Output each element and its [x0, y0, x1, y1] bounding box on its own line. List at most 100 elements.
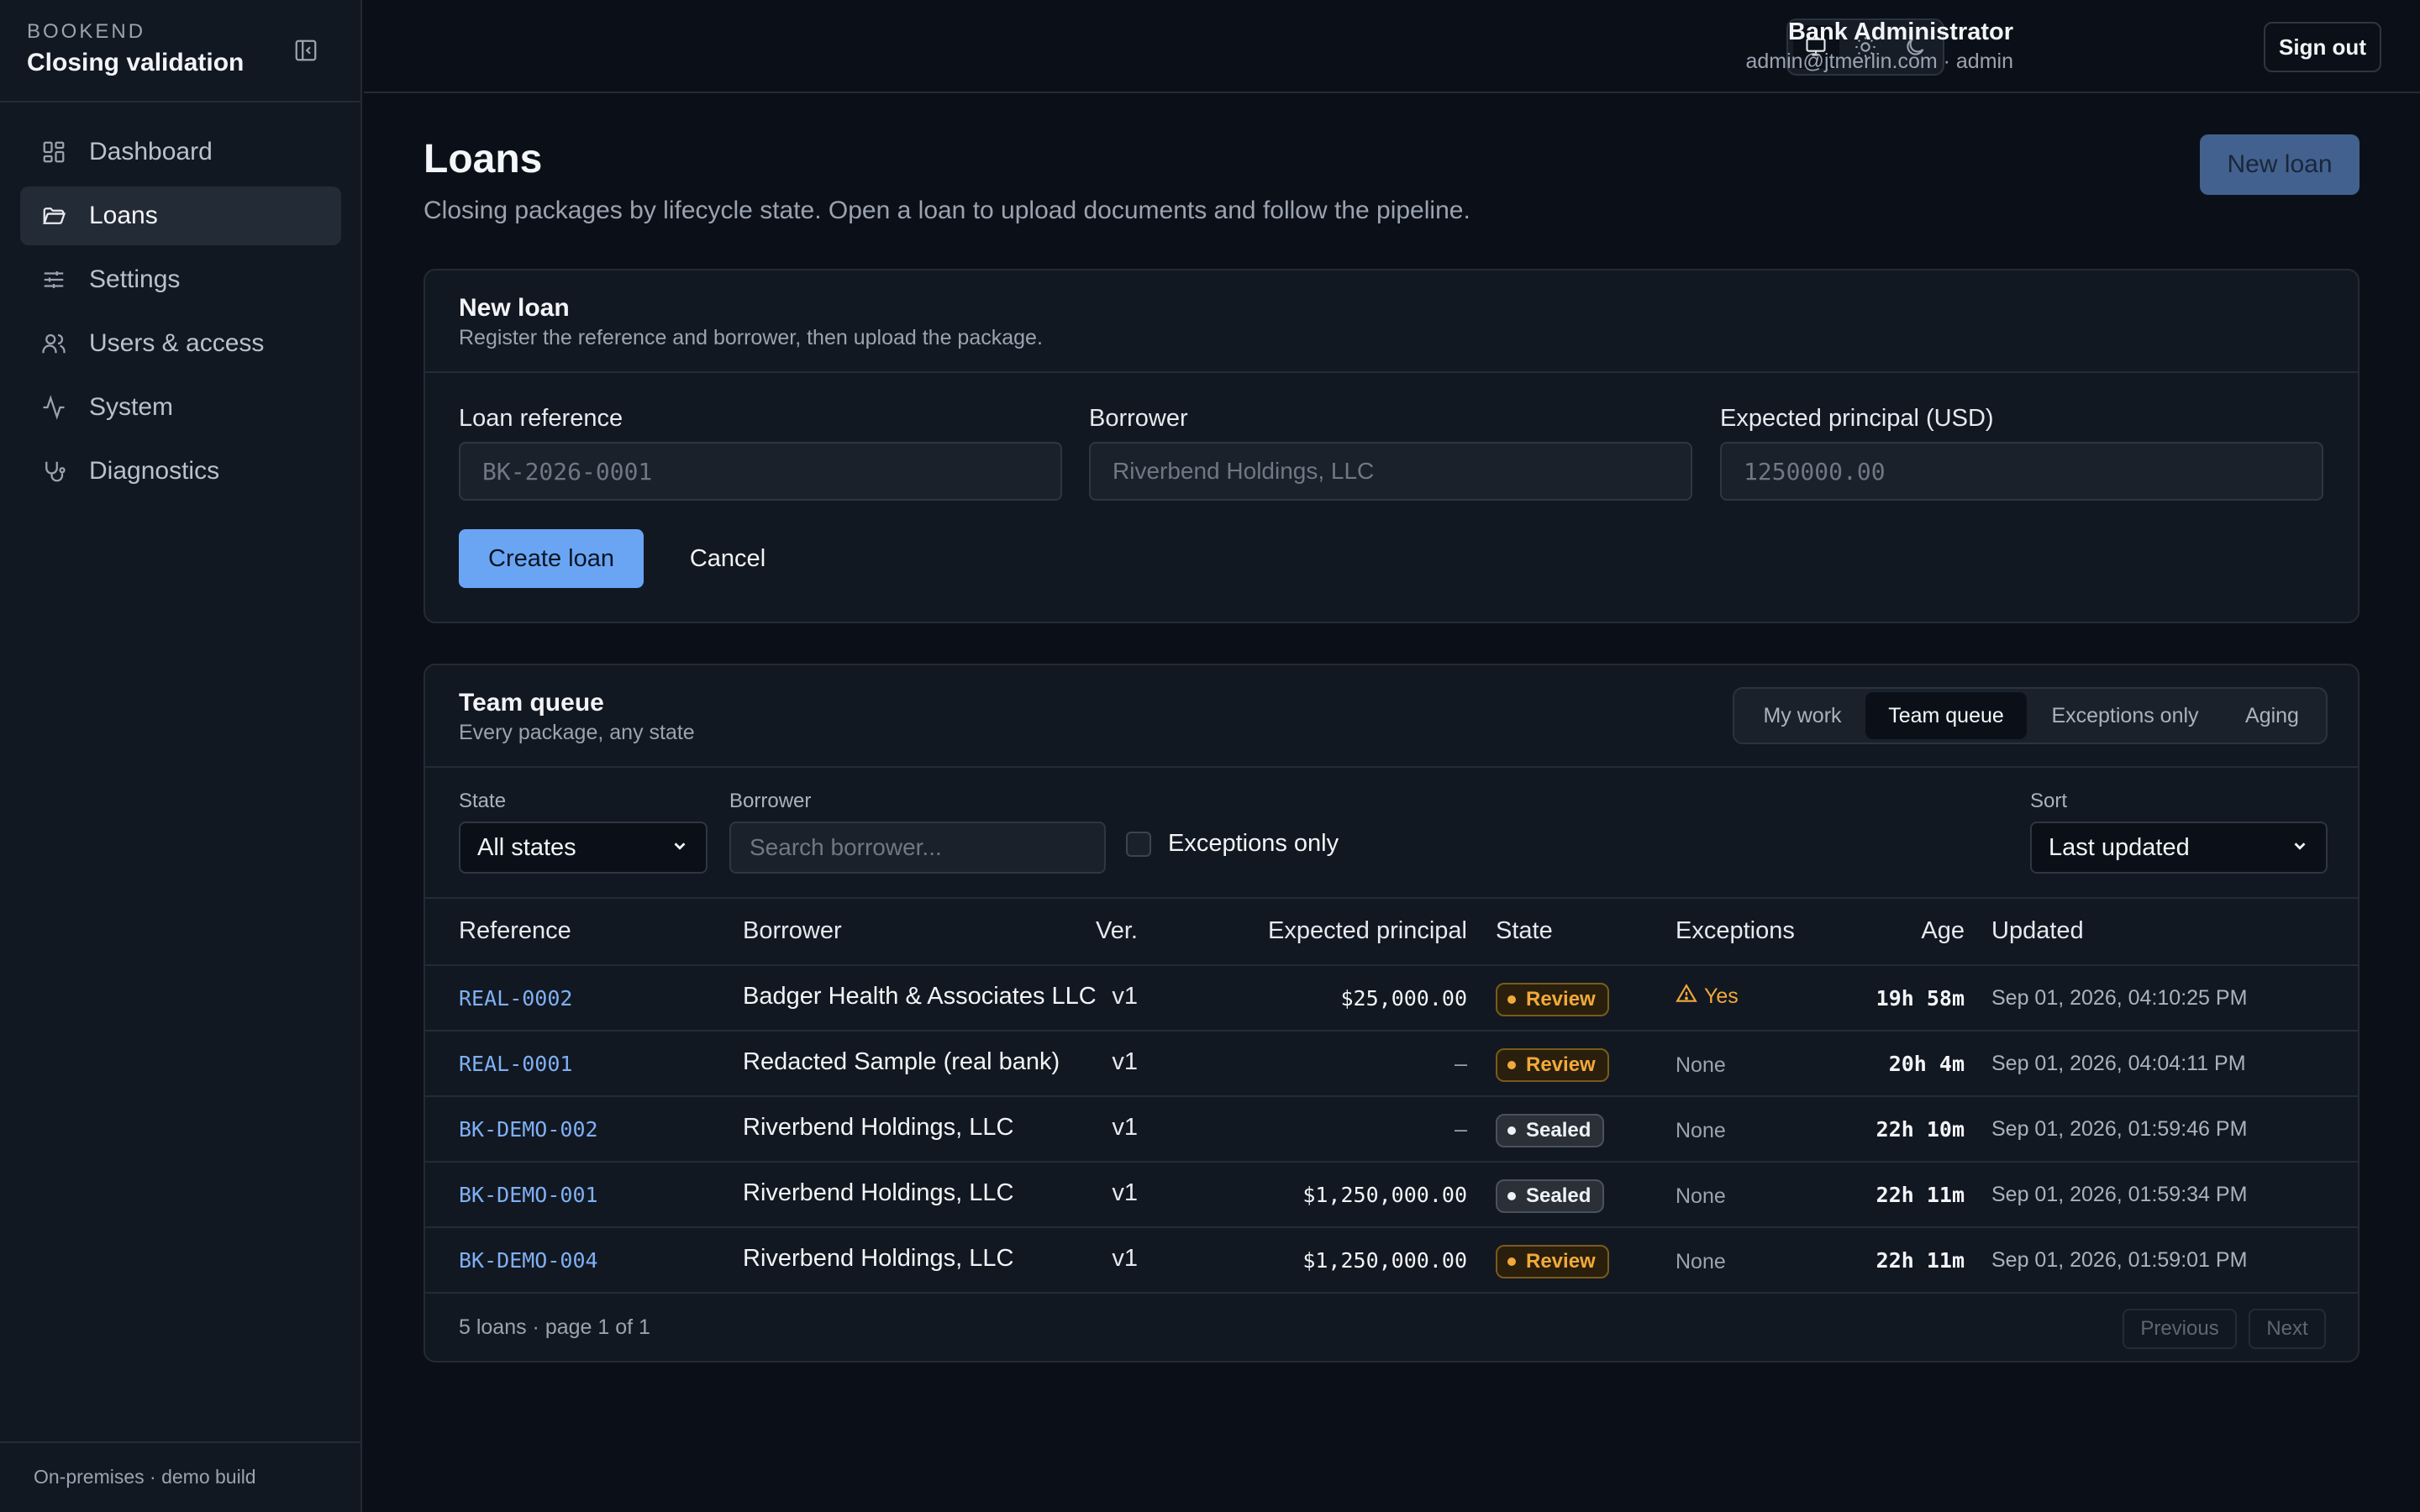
status-badge-label: Sealed [1526, 1184, 1591, 1207]
borrower-cell: Riverbend Holdings, LLC [743, 1114, 1014, 1141]
tab-team-queue[interactable]: Team queue [1865, 692, 2027, 739]
loan-reference-link[interactable]: REAL-0002 [459, 986, 572, 1011]
new-loan-button[interactable]: New loan [2200, 134, 2360, 195]
users-icon [40, 330, 67, 357]
loan-reference-link[interactable]: BK-DEMO-001 [459, 1183, 598, 1207]
new-loan-form: New loan Register the reference and borr… [424, 269, 2360, 623]
sidebar-item-loans[interactable]: Loans [20, 186, 341, 245]
divider [425, 897, 2358, 899]
chevron-down-icon [671, 834, 689, 862]
activity-icon [40, 394, 67, 421]
state-select[interactable]: All states [459, 822, 708, 874]
sidebar-item-settings[interactable]: Settings [20, 250, 341, 309]
sort-select-value: Last updated [2049, 833, 2190, 861]
sidebar-item-dashboard[interactable]: Dashboard [20, 123, 341, 181]
expected-principal-label: Expected principal (USD) [1720, 405, 1994, 432]
borrower-cell: Badger Health & Associates LLC [743, 983, 1097, 1010]
queue-view-tabs: My work Team queue Exceptions only Aging [1733, 687, 2328, 744]
topbar: Bank Administrator admin@jtmerlin.com · … [364, 0, 2420, 93]
collapse-sidebar-icon[interactable] [292, 37, 319, 64]
tab-exceptions-only[interactable]: Exceptions only [2027, 692, 2223, 739]
updated-cell: Sep 01, 2026, 01:59:46 PM [1991, 1117, 2248, 1141]
sidebar-item-diagnostics[interactable]: Diagnostics [20, 442, 341, 501]
divider [425, 1226, 2358, 1228]
sidebar-item-label: Settings [89, 265, 181, 293]
state-select-value: All states [477, 833, 576, 861]
column-header-version[interactable]: Ver. [1096, 917, 1138, 945]
column-header-expected-principal[interactable]: Expected principal [1268, 917, 1467, 945]
user-name: Bank Administrator [1787, 18, 2013, 45]
loan-reference-link[interactable]: REAL-0001 [459, 1052, 572, 1076]
column-header-state[interactable]: State [1496, 917, 1553, 945]
sidebar-item-label: Diagnostics [89, 457, 220, 485]
tab-my-work[interactable]: My work [1739, 692, 1865, 739]
checkbox[interactable] [1126, 831, 1151, 857]
sidebar-item-label: Loans [89, 202, 158, 229]
cancel-button[interactable]: Cancel [669, 529, 786, 588]
previous-page-button[interactable]: Previous [2123, 1309, 2237, 1349]
loan-reference-link[interactable]: BK-DEMO-004 [459, 1248, 598, 1273]
divider [425, 1292, 2358, 1294]
sidebar-item-label: Users & access [89, 329, 265, 357]
exceptions-only-checkbox[interactable]: Exceptions only [1126, 830, 1339, 858]
state-filter-label: State [459, 790, 507, 812]
column-header-borrower[interactable]: Borrower [743, 917, 842, 945]
loan-reference-label: Loan reference [459, 405, 623, 432]
column-header-exceptions[interactable]: Exceptions [1676, 917, 1795, 945]
divider [425, 371, 2358, 373]
sort-select[interactable]: Last updated [2030, 822, 2328, 874]
status-badge-label: Review [1526, 1250, 1596, 1273]
divider [425, 1095, 2358, 1097]
updated-cell: Sep 01, 2026, 04:10:25 PM [1991, 986, 2248, 1010]
next-page-button[interactable]: Next [2249, 1309, 2326, 1349]
borrower-input[interactable]: Riverbend Holdings, LLC [1089, 442, 1692, 501]
age-cell: 22h 11m [1876, 1248, 1965, 1273]
status-badge-label: Sealed [1526, 1119, 1591, 1142]
loan-reference-link[interactable]: BK-DEMO-002 [459, 1117, 598, 1142]
sliders-icon [40, 266, 67, 293]
grid-icon [40, 139, 67, 165]
user-info: Bank Administrator admin@jtmerlin.com · … [1745, 18, 2013, 74]
status-badge: Review [1496, 983, 1609, 1016]
version-cell: v1 [1112, 1179, 1138, 1206]
tab-aging[interactable]: Aging [2223, 692, 2321, 739]
sidebar: BOOKEND Closing validation Dashboard Loa… [0, 0, 362, 1512]
principal-cell: – [1454, 1117, 1467, 1142]
sidebar-item-system[interactable]: System [20, 378, 341, 437]
sign-out-button[interactable]: Sign out [2264, 22, 2381, 72]
chevron-down-icon [2291, 834, 2309, 862]
stethoscope-icon [40, 458, 67, 485]
exceptions-cell: None [1676, 1184, 1726, 1208]
status-badge: Review [1496, 1048, 1609, 1082]
state-cell: Sealed [1496, 1114, 1605, 1147]
loan-reference-input[interactable]: BK-2026-0001 [459, 442, 1062, 501]
expected-principal-input[interactable]: 1250000.00 [1720, 442, 2323, 501]
age-cell: 19h 58m [1876, 986, 1965, 1011]
pagination-summary: 5 loans · page 1 of 1 [459, 1315, 650, 1339]
create-loan-button[interactable]: Create loan [459, 529, 644, 588]
borrower-search-input[interactable]: Search borrower... [729, 822, 1106, 874]
exceptions-cell: None [1676, 1053, 1726, 1077]
sidebar-item-users[interactable]: Users & access [20, 314, 341, 373]
status-badge-label: Review [1526, 988, 1596, 1011]
exceptions-value: Yes [1704, 984, 1739, 1008]
version-cell: v1 [1112, 1245, 1138, 1272]
age-cell: 22h 10m [1876, 1117, 1965, 1142]
page-title: Loans [424, 137, 543, 181]
state-cell: Review [1496, 1048, 1609, 1082]
column-header-reference[interactable]: Reference [459, 917, 571, 945]
build-info: On-premises · demo build [34, 1466, 256, 1488]
principal-cell: – [1454, 1052, 1467, 1076]
column-header-age[interactable]: Age [1921, 917, 1965, 945]
state-cell: Review [1496, 1245, 1609, 1278]
borrower-cell: Riverbend Holdings, LLC [743, 1245, 1014, 1272]
folder-icon [40, 202, 67, 229]
sidebar-item-label: Dashboard [89, 138, 213, 165]
loan-queue: Team queue Every package, any state My w… [424, 664, 2360, 1362]
exceptions-cell: None [1676, 1119, 1726, 1142]
queue-title: Team queue [459, 689, 604, 717]
divider [0, 1441, 362, 1443]
updated-cell: Sep 01, 2026, 01:59:34 PM [1991, 1183, 2248, 1206]
exceptions-cell: Yes [1676, 983, 1739, 1011]
column-header-updated[interactable]: Updated [1991, 917, 2084, 945]
